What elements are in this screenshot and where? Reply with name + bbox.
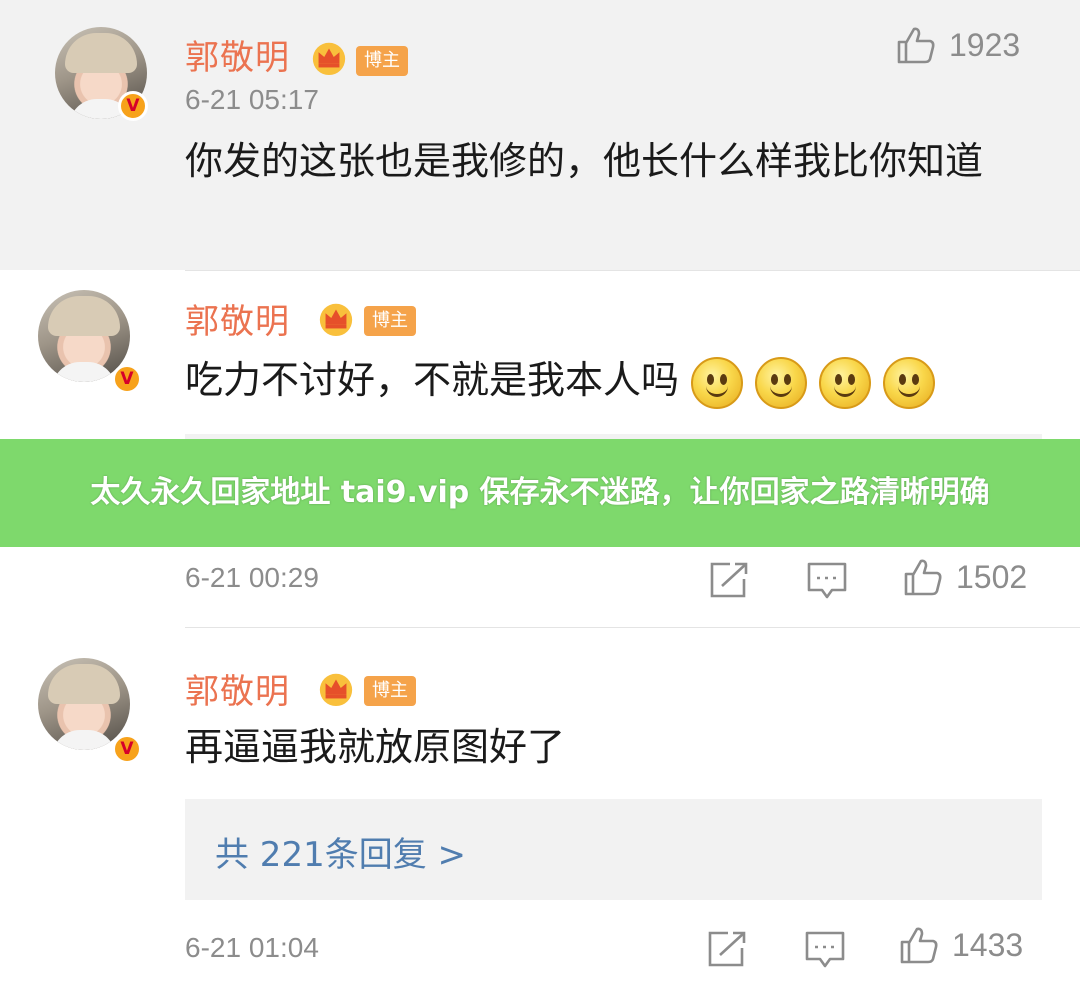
view-replies-link[interactable]: 共 221条回复 >	[215, 827, 466, 876]
author-name[interactable]: 郭敬明	[185, 30, 290, 79]
thumb-up-icon	[904, 559, 942, 596]
role-badge: 博主	[356, 46, 408, 76]
author-name[interactable]: 郭敬明	[185, 294, 290, 343]
comment-text: 吃力不讨好，不就是我本人吗	[185, 349, 1045, 411]
role-badge: 博主	[364, 306, 416, 336]
avatar[interactable]	[38, 658, 130, 750]
verified-v-icon: V	[112, 734, 142, 764]
comment-time: 6-21 05:17	[185, 84, 319, 115]
verified-v-icon: V	[118, 91, 148, 121]
smile-emoji-icon	[883, 356, 936, 409]
crown-icon	[312, 42, 346, 76]
comment-text: 再逼逼我就放原图好了	[185, 725, 566, 769]
like-count: 1433	[952, 926, 1024, 963]
share-edit-icon[interactable]	[706, 930, 748, 968]
comment-item: V 郭敬明 博主 6-21 05:17 1923 你发的这张也是我修的，他长什么…	[0, 0, 1080, 270]
reply-summary-box[interactable]: 共 221条回复 >	[185, 799, 1042, 900]
comment-text: 你发的这张也是我修的，他长什么样我比你知道	[185, 139, 984, 183]
banner-text: 太久永久回家地址 tai9.vip 保存永不迷路，让你回家之路清晰明确	[90, 475, 990, 510]
share-edit-icon[interactable]	[708, 561, 750, 599]
crown-icon	[319, 673, 353, 707]
like-count: 1923	[949, 26, 1021, 63]
thumb-up-icon	[897, 27, 935, 64]
like-button[interactable]: 1433	[898, 924, 1023, 966]
like-button[interactable]: 1502	[902, 556, 1027, 598]
overlay-banner[interactable]: 太久永久回家地址 tai9.vip 保存永不迷路，让你回家之路清晰明确	[0, 439, 1080, 547]
comment-text-content: 吃力不讨好，不就是我本人吗	[185, 358, 680, 402]
comment-time: 6-21 00:29	[185, 562, 319, 593]
like-count: 1502	[956, 558, 1028, 595]
smile-emoji-icon	[755, 356, 808, 409]
comment-bubble-icon[interactable]	[804, 930, 846, 970]
comment-time: 6-21 01:04	[185, 932, 319, 963]
thumb-up-icon	[900, 927, 938, 964]
comment-bubble-icon[interactable]	[806, 561, 848, 601]
smile-emoji-icon	[819, 356, 872, 409]
crown-icon	[319, 303, 353, 337]
verified-v-icon: V	[112, 364, 142, 394]
smile-emoji-icon	[691, 356, 744, 409]
role-badge: 博主	[364, 676, 416, 706]
like-button[interactable]: 1923	[895, 24, 1020, 66]
author-name[interactable]: 郭敬明	[185, 664, 290, 713]
